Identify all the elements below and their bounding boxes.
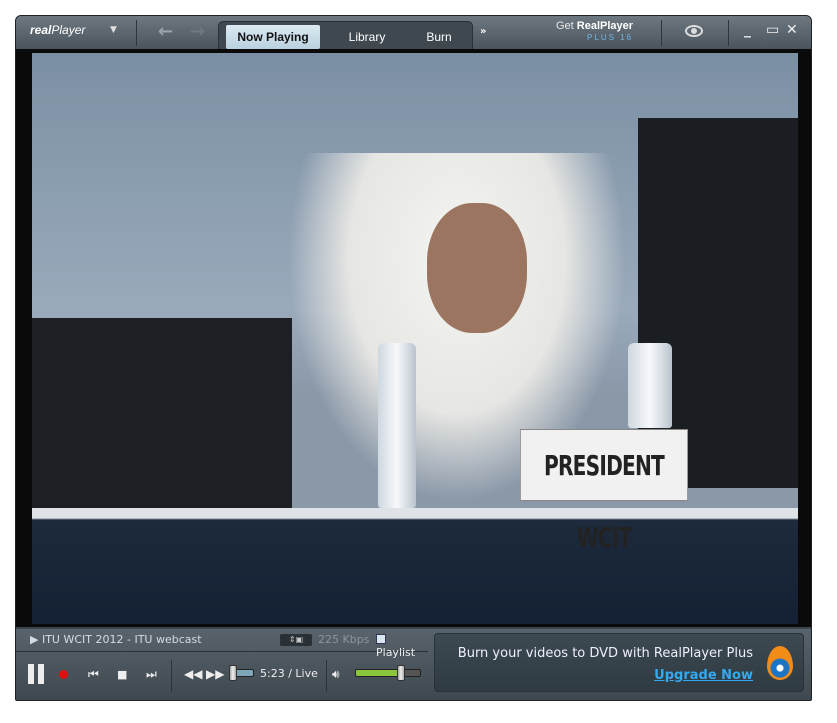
minimize-icon[interactable]: _ <box>744 22 751 38</box>
realplayer-logo[interactable]: realPlayer <box>30 23 85 37</box>
control-panel: ▶ ITU WCIT 2012 - ITU webcast ⇕▣ 225 Kbp… <box>16 629 811 700</box>
close-icon[interactable]: ✕ <box>786 22 798 38</box>
video-scene-placard: PRESIDENT WCIT <box>520 429 688 554</box>
logo-real: real <box>30 23 52 37</box>
pause-button[interactable] <box>28 664 44 684</box>
video-scene-face <box>427 203 527 333</box>
forward-arrow-icon[interactable]: → <box>190 21 205 42</box>
tab-burn[interactable]: Burn <box>409 25 469 49</box>
divider <box>171 660 172 692</box>
bitrate: 225 Kbps <box>318 633 370 646</box>
promo-message: Burn your videos to DVD with RealPlayer … <box>457 646 753 661</box>
clip-title[interactable]: ▶ ITU WCIT 2012 - ITU webcast <box>30 633 202 646</box>
video-frame[interactable]: PRESIDENT WCIT <box>32 53 798 624</box>
eye-icon[interactable] <box>685 25 703 37</box>
divider <box>136 20 137 46</box>
divider <box>661 20 662 46</box>
upgrade-promo: Burn your videos to DVD with RealPlayer … <box>434 633 804 692</box>
video-scene-bottle <box>628 343 672 428</box>
more-tabs-icon[interactable]: » <box>480 26 486 37</box>
record-button[interactable] <box>59 670 68 679</box>
video-scene-laptop <box>32 318 292 513</box>
video-scene-bottle <box>378 343 416 508</box>
menu-dropdown-icon[interactable]: ▼ <box>110 25 117 35</box>
divider <box>728 20 729 46</box>
realplayer-window: realPlayer ▼ ← → Now Playing Library Bur… <box>15 15 812 701</box>
clip-info-bar: ▶ ITU WCIT 2012 - ITU webcast ⇕▣ 225 Kbp… <box>16 629 428 659</box>
logo-player: Player <box>51 23 86 37</box>
upgrade-now-link[interactable]: Upgrade Now <box>654 668 753 683</box>
video-scene-table <box>32 508 798 624</box>
clip-title-text: ITU WCIT 2012 - ITU webcast <box>41 633 202 646</box>
seek-thumb[interactable] <box>229 665 237 681</box>
get-plus: PLUS 16 <box>587 33 634 42</box>
get-text: Get <box>556 20 577 32</box>
get-realplayer-plus-link[interactable]: Get RealPlayer PLUS 16 <box>556 21 633 43</box>
burn-disc-icon <box>767 646 793 680</box>
maximize-icon[interactable]: ▭ <box>766 22 779 38</box>
get-brand: RealPlayer <box>576 20 634 32</box>
volume-thumb[interactable] <box>397 665 406 681</box>
fast-forward-button[interactable]: ▶▶ <box>206 667 224 681</box>
play-indicator-icon: ▶ <box>30 633 42 646</box>
transport-controls: ⏮ ■ ⏭ ◀◀ ▶▶ 5:23 / Live 🔊︎ <box>16 652 428 698</box>
volume-icon[interactable]: 🔊︎ <box>332 667 340 682</box>
time-display: 5:23 / Live <box>260 667 318 680</box>
tab-now-playing[interactable]: Now Playing <box>226 25 320 49</box>
back-arrow-icon[interactable]: ← <box>158 21 173 42</box>
volume-slider[interactable] <box>355 669 421 677</box>
tab-bar: Now Playing Library Burn <box>218 21 473 49</box>
rewind-button[interactable]: ◀◀ <box>184 667 202 681</box>
next-button[interactable]: ⏭ <box>146 667 157 682</box>
stop-button[interactable]: ■ <box>117 668 127 681</box>
connection-icon: ⇕▣ <box>280 634 312 646</box>
tab-library[interactable]: Library <box>327 25 407 49</box>
title-bar: realPlayer ▼ ← → Now Playing Library Bur… <box>16 16 811 49</box>
previous-button[interactable]: ⏮ <box>88 667 99 682</box>
playlist-icon <box>376 634 386 644</box>
video-area[interactable]: PRESIDENT WCIT <box>16 49 811 627</box>
divider <box>326 660 327 692</box>
